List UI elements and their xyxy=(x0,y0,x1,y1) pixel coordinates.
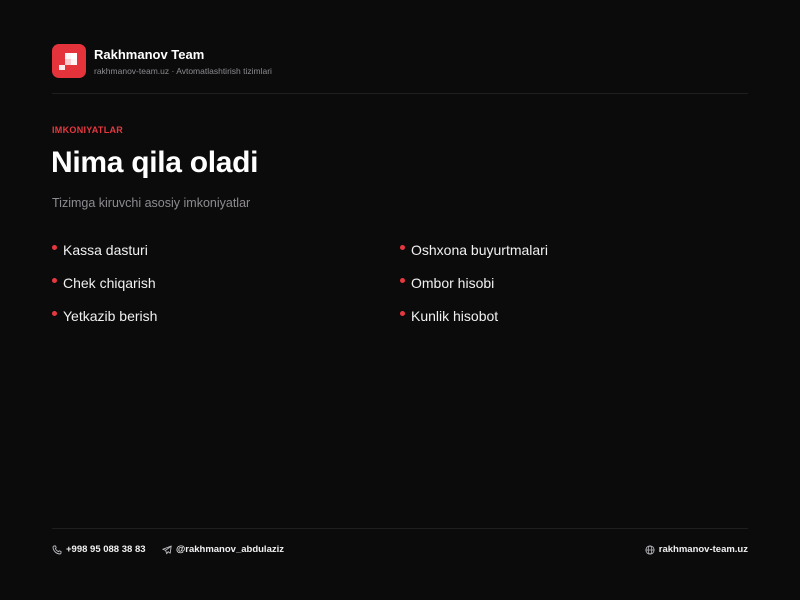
brand-logo-icon xyxy=(52,44,86,78)
feature-label: Ombor hisobi xyxy=(411,275,495,291)
feature-label: Chek chiqarish xyxy=(63,275,156,291)
telegram-icon xyxy=(162,545,172,555)
feature-item: Kassa dasturi xyxy=(52,240,400,273)
website-label: rakhmanov-team.uz xyxy=(658,544,748,555)
globe-icon xyxy=(645,544,655,555)
section-eyebrow: IMKONIYATLAR xyxy=(52,125,124,135)
feature-item: Kunlik hisobot xyxy=(400,306,748,339)
feature-item: Oshxona buyurtmalari xyxy=(400,240,748,273)
bullet-dot-icon xyxy=(400,245,405,250)
brand-name: Rakhmanov Team xyxy=(94,47,205,62)
bullet-dot-icon xyxy=(400,278,405,283)
bullet-dot-icon xyxy=(400,311,405,316)
phone-label: +998 95 088 38 83 xyxy=(66,544,146,555)
website-contact[interactable]: rakhmanov-team.uz xyxy=(645,544,748,555)
phone-icon xyxy=(52,545,62,555)
header: Rakhmanov Team rakhmanov-team.uz · Avtom… xyxy=(52,44,748,94)
page-subtitle: Tizimga kiruvchi asosiy imkoniyatlar xyxy=(52,196,251,210)
feature-label: Oshxona buyurtmalari xyxy=(411,242,548,258)
brand-subtitle: rakhmanov-team.uz · Avtomatlashtirish ti… xyxy=(94,66,272,76)
footer: +998 95 088 38 83 @rakhmanov_abdulaziz r… xyxy=(52,528,748,572)
bullet-dot-icon xyxy=(52,245,57,250)
phone-contact[interactable]: +998 95 088 38 83 xyxy=(52,544,146,555)
feature-item: Chek chiqarish xyxy=(52,273,400,306)
feature-label: Yetkazib berish xyxy=(63,308,158,324)
telegram-contact[interactable]: @rakhmanov_abdulaziz xyxy=(162,544,284,555)
page-title: Nima qila oladi xyxy=(51,146,259,179)
bullet-dot-icon xyxy=(52,311,57,316)
feature-list: Kassa dasturi Oshxona buyurtmalari Chek … xyxy=(52,240,748,339)
feature-item: Yetkazib berish xyxy=(52,306,400,339)
telegram-label: @rakhmanov_abdulaziz xyxy=(176,544,284,555)
feature-label: Kassa dasturi xyxy=(63,242,148,258)
feature-label: Kunlik hisobot xyxy=(411,308,499,324)
bullet-dot-icon xyxy=(52,278,57,283)
feature-item: Ombor hisobi xyxy=(400,273,748,306)
page: Rakhmanov Team rakhmanov-team.uz · Avtom… xyxy=(0,0,800,600)
